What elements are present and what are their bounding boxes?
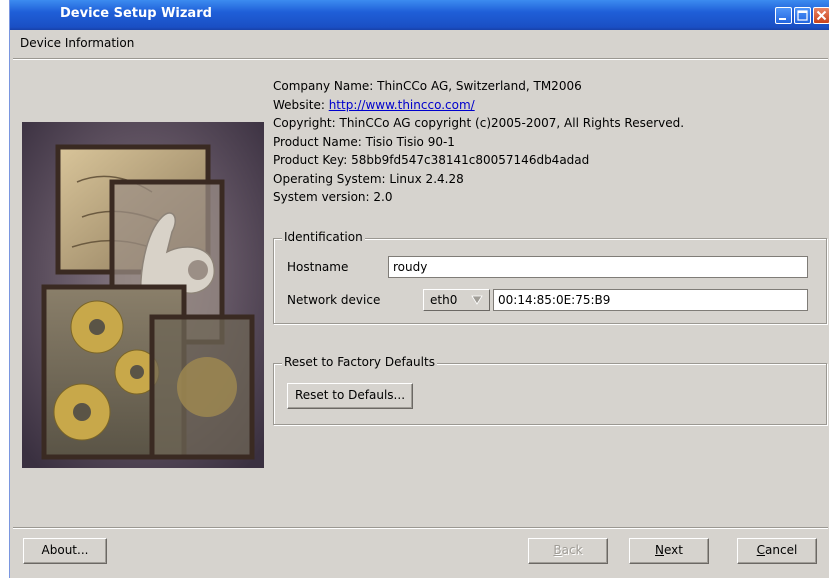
about-button[interactable]: About... xyxy=(23,538,107,564)
network-device-label: Network device xyxy=(287,293,381,307)
bottom-divider xyxy=(13,527,828,529)
device-info: Company Name: ThinCCo AG, Switzerland, T… xyxy=(273,77,684,207)
desktop-edge xyxy=(0,0,9,578)
chevron-down-icon xyxy=(471,295,483,305)
reset-defaults-button[interactable]: Reset to Defauls... xyxy=(287,383,413,409)
website-label: Website: xyxy=(273,97,329,112)
back-button[interactable]: Back xyxy=(528,538,608,564)
wizard-illustration xyxy=(22,122,264,468)
operating-system: Operating System: Linux 2.4.28 xyxy=(273,171,464,186)
window-title: Device Setup Wizard xyxy=(60,6,212,21)
cancel-button[interactable]: Cancel xyxy=(737,538,817,564)
identification-group: Identification Hostname roudy Network de… xyxy=(273,230,827,324)
identification-legend: Identification xyxy=(282,230,365,244)
back-label-rest: ack xyxy=(561,543,583,557)
next-mnemonic: N xyxy=(655,543,664,557)
network-device-select[interactable]: eth0 xyxy=(423,289,490,311)
cancel-mnemonic: C xyxy=(756,543,766,557)
close-button[interactable] xyxy=(813,7,829,24)
mac-address-field[interactable]: 00:14:85:0E:75:B9 xyxy=(493,289,808,311)
wizard-window: Device Setup Wizard Device Information C… xyxy=(9,0,829,578)
hostname-input[interactable]: roudy xyxy=(388,256,808,278)
back-mnemonic: B xyxy=(553,543,562,557)
next-button[interactable]: Next xyxy=(629,538,709,564)
product-name: Product Name: Tisio Tisio 90-1 xyxy=(273,134,455,149)
minimize-button[interactable] xyxy=(775,7,792,24)
close-icon xyxy=(816,10,827,21)
website-line: Website: http://www.thincco.com/ xyxy=(273,96,684,115)
website-link[interactable]: http://www.thincco.com/ xyxy=(329,98,475,112)
network-device-value: eth0 xyxy=(430,293,458,307)
company-name: Company Name: ThinCCo AG, Switzerland, T… xyxy=(273,79,582,93)
title-bar[interactable]: Device Setup Wizard xyxy=(10,0,829,30)
reset-legend: Reset to Factory Defaults xyxy=(282,355,437,369)
copyright: Copyright: ThinCCo AG copyright (c)2005-… xyxy=(273,116,685,130)
page-heading: Device Information xyxy=(20,36,135,50)
product-key: Product Key: 58bb9fd547c38141c80057146db… xyxy=(273,153,590,167)
next-label-rest: ext xyxy=(664,543,683,557)
hostname-label: Hostname xyxy=(287,260,349,274)
cancel-label-rest: ancel xyxy=(765,543,798,557)
system-version: System version: 2.0 xyxy=(273,190,393,204)
minimize-icon xyxy=(779,18,786,20)
maximize-icon xyxy=(797,10,808,21)
page-heading-bar: Device Information xyxy=(10,36,134,56)
reset-group: Reset to Factory Defaults Reset to Defau… xyxy=(273,355,827,425)
top-divider xyxy=(13,58,828,60)
maximize-button[interactable] xyxy=(794,7,811,24)
